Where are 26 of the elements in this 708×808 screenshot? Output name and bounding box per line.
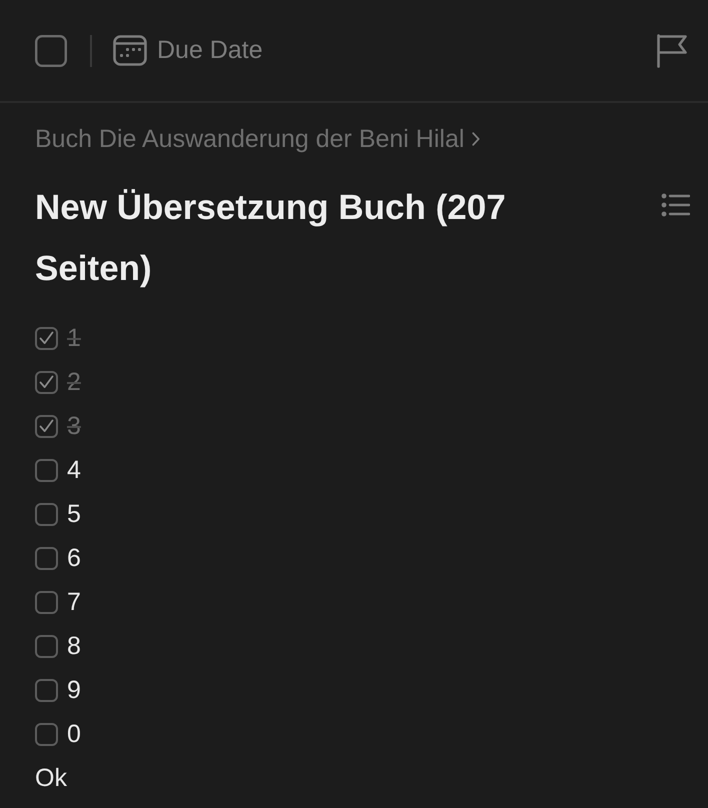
task-checkbox[interactable] — [35, 34, 67, 66]
checklist-item-text: 6 — [67, 543, 81, 573]
checklist-item-text: 5 — [67, 499, 81, 529]
checkbox[interactable] — [35, 722, 58, 746]
checkbox[interactable] — [35, 370, 58, 394]
checkbox[interactable] — [35, 326, 58, 350]
checkbox[interactable] — [35, 458, 58, 482]
flag-icon[interactable] — [656, 34, 688, 68]
calendar-icon — [113, 35, 147, 66]
checkbox[interactable] — [35, 502, 58, 526]
list-icon[interactable] — [661, 193, 690, 217]
due-date-button[interactable]: Due Date — [113, 35, 263, 66]
checklist-item-text: 7 — [67, 587, 81, 617]
chevron-right-icon — [472, 132, 480, 146]
task-title: New Übersetzung Buch (207 Seiten) — [35, 187, 507, 290]
checkbox[interactable] — [35, 590, 58, 614]
checklist-item-text: 0 — [67, 719, 81, 749]
checklist-item-text: 9 — [67, 675, 81, 705]
breadcrumb-link[interactable]: Buch Die Auswanderung der Beni Hilal — [35, 125, 480, 153]
checkbox[interactable] — [35, 634, 58, 658]
checkbox[interactable] — [35, 414, 58, 438]
checkbox[interactable] — [35, 678, 58, 702]
checkbox[interactable] — [35, 546, 58, 570]
checklist-item-text: 4 — [67, 455, 81, 485]
body-text: Ok — [35, 763, 67, 793]
checklist-item-text: 8 — [67, 631, 81, 661]
